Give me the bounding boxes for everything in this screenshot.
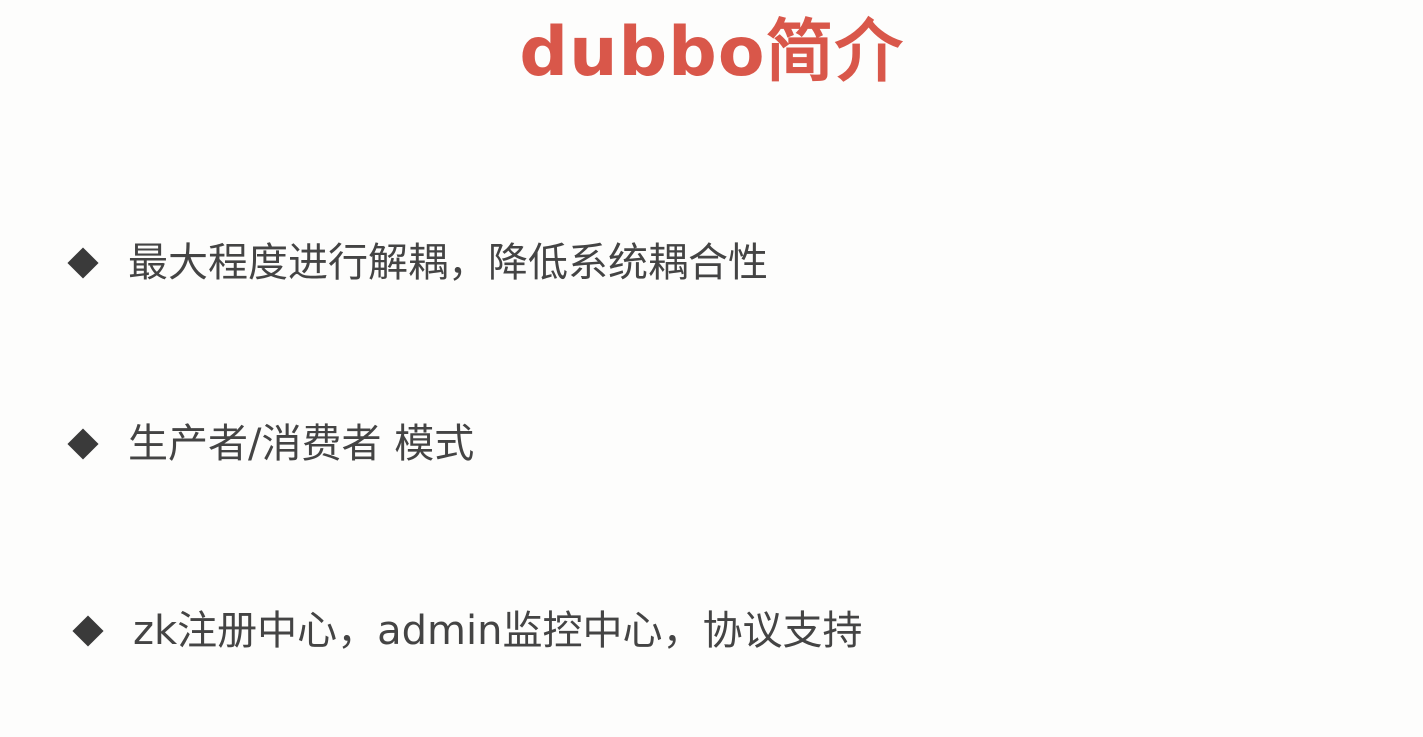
- bullet-text: zk注册中心，admin监控中心，协议支持: [133, 608, 863, 654]
- slide-title: dubbo简介: [519, 13, 904, 92]
- bullet-text: 生产者/消费者 模式: [128, 421, 475, 467]
- bullet-text: 最大程度进行解耦，降低系统耦合性: [128, 240, 768, 286]
- diamond-bullet-icon: [72, 615, 104, 647]
- diamond-bullet-icon: [67, 247, 99, 279]
- diamond-bullet-icon: [67, 428, 99, 460]
- bullet-item: 生产者/消费者 模式: [67, 414, 475, 474]
- slide: dubbo简介 最大程度进行解耦，降低系统耦合性 生产者/消费者 模式 zk注册…: [0, 0, 1423, 737]
- bullet-item: zk注册中心，admin监控中心，协议支持: [72, 601, 863, 661]
- bullet-item: 最大程度进行解耦，降低系统耦合性: [67, 233, 768, 293]
